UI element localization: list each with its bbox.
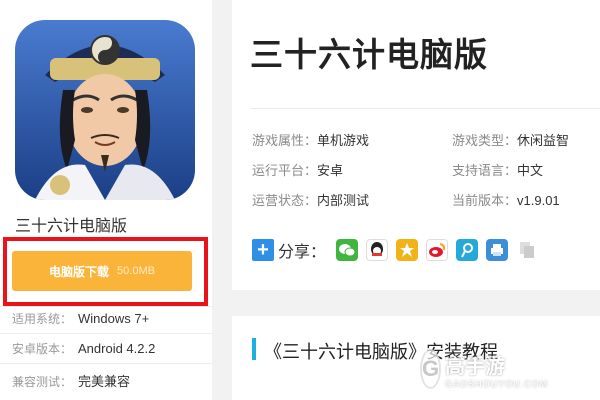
attr-platform: 运行平台：安卓 — [252, 163, 344, 178]
download-label: 电脑版下载 — [49, 264, 110, 279]
weibo-icon[interactable] — [426, 239, 449, 261]
game-info-card: 三十六计电脑版 游戏属性：单机游戏 游戏类型：休闲益智 运行平台：安卓 支持语言… — [232, 0, 600, 290]
meta-os: 适用系统： Windows 7+ — [12, 311, 150, 326]
watermark-logo-icon: G — [420, 349, 442, 389]
app-card: 三十六计电脑版 电脑版下载 50.0MB 适用系统： Windows 7+ 安卓版… — [0, 0, 212, 400]
share-bar: + 分享： — [252, 238, 546, 262]
page-title: 三十六计电脑版 — [250, 36, 488, 73]
attr-language: 支持语言：中文 — [452, 163, 544, 178]
pc-download-button[interactable]: 电脑版下载 50.0MB — [12, 251, 192, 291]
copy-icon[interactable] — [516, 239, 539, 261]
attr-game-property: 游戏属性：单机游戏 — [252, 133, 370, 148]
download-size: 50.0MB — [117, 265, 155, 277]
qq-icon[interactable] — [366, 239, 389, 261]
watermark-en: GAOSHOUYOU.COM — [445, 378, 549, 389]
meta-android: 安卓版本： Android 4.2.2 — [12, 341, 156, 356]
attr-game-type: 游戏类型：休闲益智 — [452, 133, 570, 148]
share-label: 分享： — [278, 244, 327, 261]
qzone-icon[interactable] — [396, 239, 419, 261]
attr-status: 运营状态：内部测试 — [252, 193, 370, 208]
print-icon[interactable] — [486, 239, 509, 261]
app-icon-image[interactable] — [15, 20, 195, 200]
divider — [250, 108, 600, 109]
attr-version: 当前版本：v1.9.01 — [452, 193, 560, 208]
site-watermark: G 高手游 GAOSHOUYOU.COM — [420, 342, 547, 396]
meta-compat: 兼容测试： 完美兼容 — [12, 374, 131, 389]
share-more-icon[interactable]: + — [252, 239, 274, 261]
watermark-cn: 高手游 — [445, 355, 506, 378]
tencent-weibo-icon[interactable] — [456, 239, 479, 261]
app-name: 三十六计电脑版 — [15, 218, 128, 235]
section-accent-bar — [252, 338, 256, 360]
wechat-icon[interactable] — [336, 239, 359, 261]
divider — [0, 363, 212, 364]
divider — [0, 333, 212, 334]
divider — [0, 306, 212, 307]
